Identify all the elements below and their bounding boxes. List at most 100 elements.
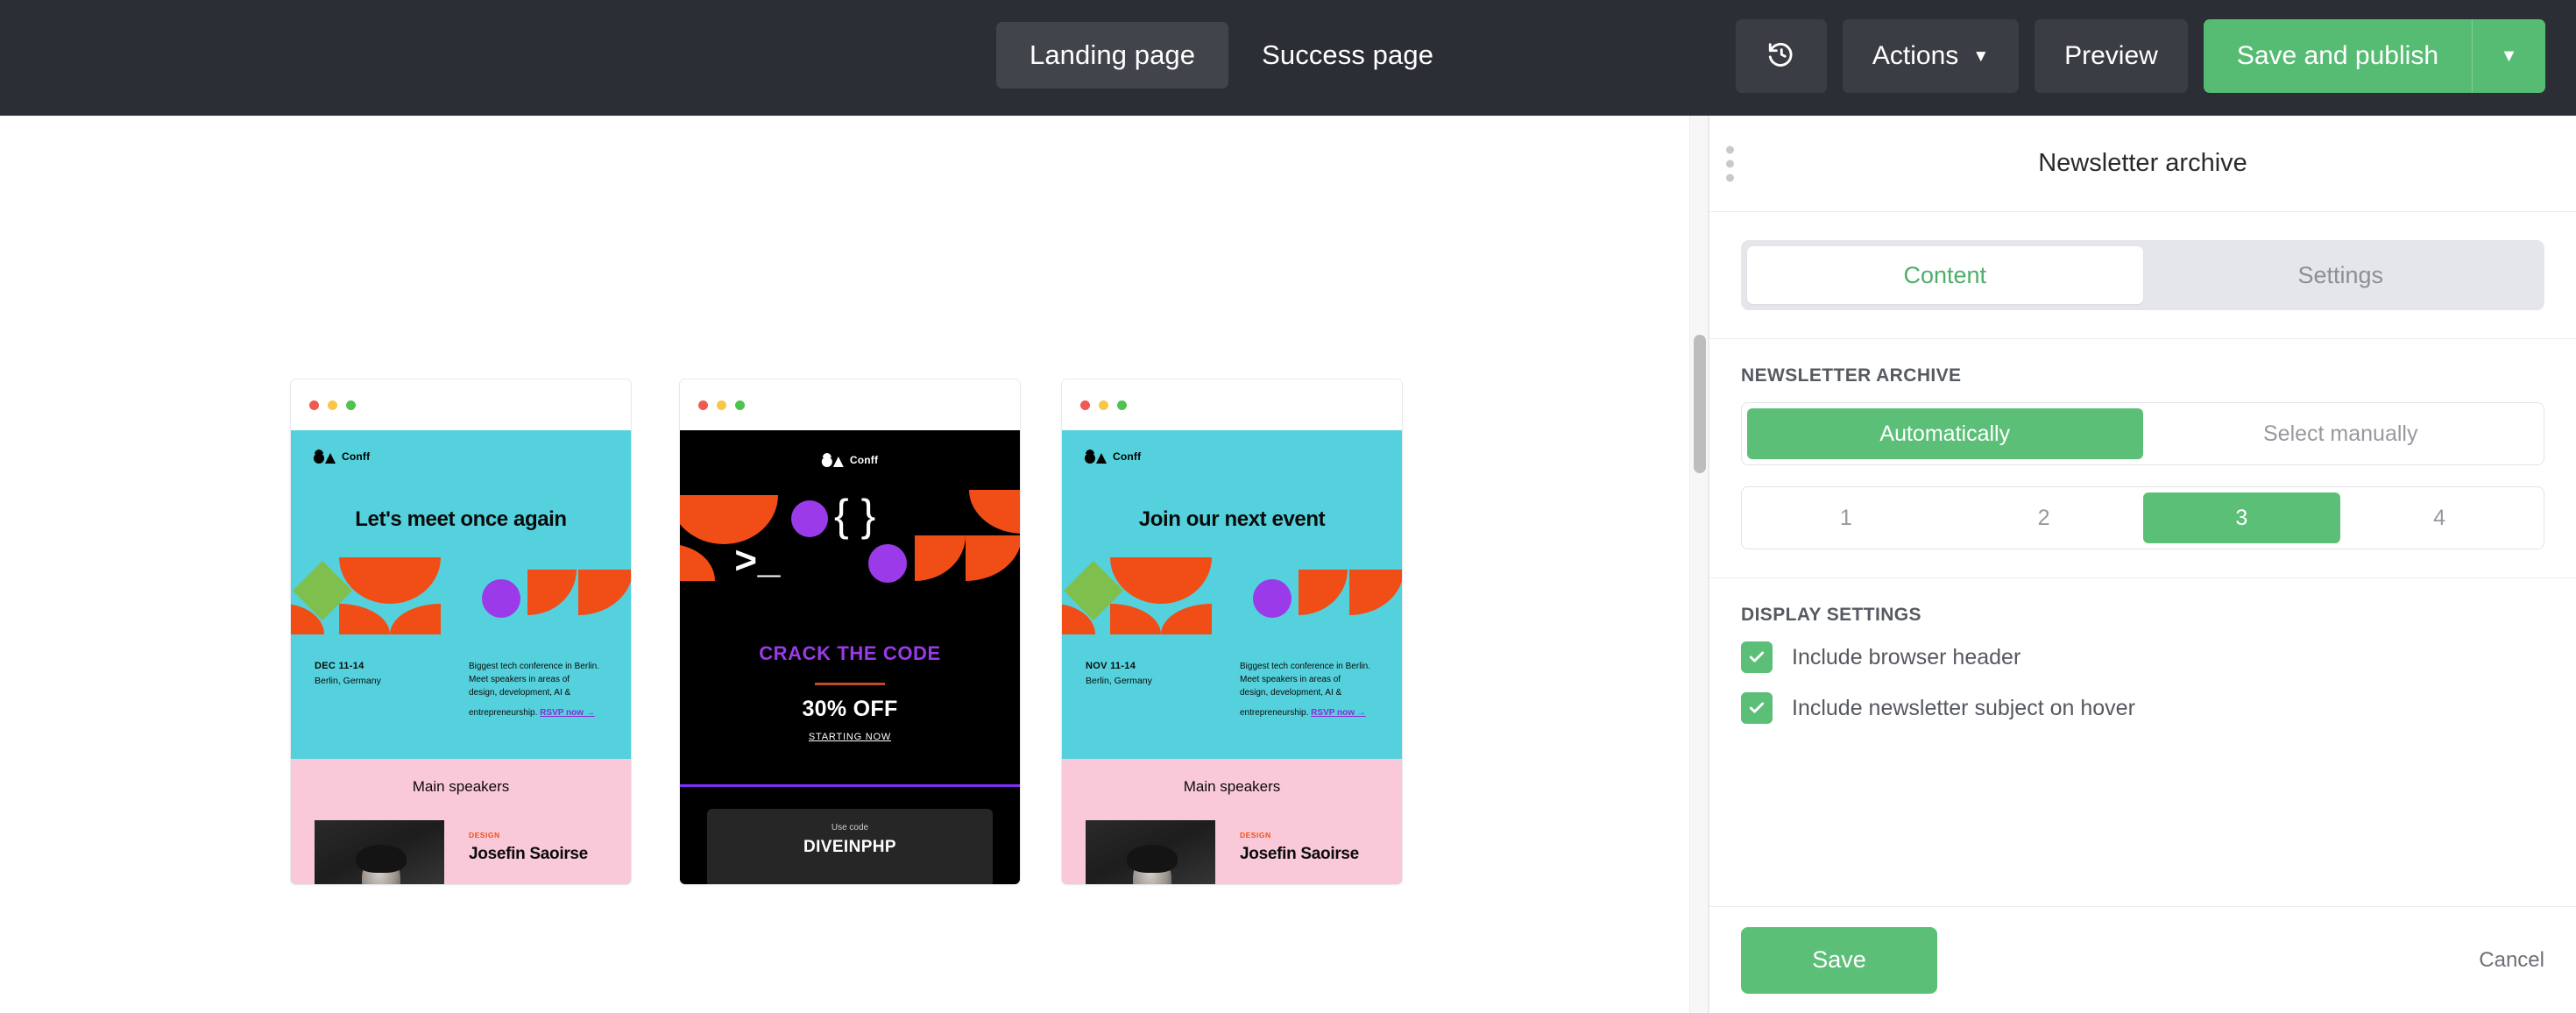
browser-dot-yellow [717, 400, 726, 410]
save-and-publish-split-button[interactable]: Save and publish ▼ [2204, 19, 2545, 93]
quarter-circle [339, 557, 390, 604]
newsletter-archive-section: NEWSLETTER ARCHIVE Automatically Select … [1709, 339, 2576, 549]
event-meta: DEC 11-14 Berlin, Germany [315, 661, 381, 686]
promo-starting: STARTING NOW [680, 732, 1020, 742]
save-and-publish-button[interactable]: Save and publish [2204, 19, 2472, 93]
panel-footer: Save Cancel [1709, 906, 2576, 1013]
newsletter-card[interactable]: Conff { } >_ CRACK THE CODE 30% OFF STAR… [679, 379, 1021, 885]
label-include-newsletter-subject-on-hover: Include newsletter subject on hover [1792, 696, 2135, 721]
quarter-circle [390, 557, 441, 604]
speakers-section: Main speakers DESIGN Josefin Saoirse [291, 759, 631, 885]
speakers-title: Main speakers [1062, 759, 1402, 796]
promo-code-box: Use code DIVEINPHP [707, 809, 993, 885]
brand-name: Conff [850, 454, 878, 466]
archive-count-1[interactable]: 1 [1747, 492, 1945, 543]
speakers-title: Main speakers [291, 759, 631, 796]
history-button[interactable] [1736, 19, 1827, 93]
quarter-circle [969, 490, 1020, 534]
browser-header [291, 379, 631, 430]
quarter-circle [1161, 557, 1212, 604]
event-location: Berlin, Germany [1086, 676, 1152, 686]
event-location: Berlin, Germany [315, 676, 381, 686]
archive-count-3[interactable]: 3 [2143, 492, 2341, 543]
scrollbar-thumb[interactable] [1694, 335, 1706, 473]
checkbox-include-browser-header[interactable] [1741, 641, 1773, 673]
archive-mode-select-manually[interactable]: Select manually [2143, 408, 2539, 459]
geometric-art [1062, 557, 1402, 634]
quarter-circle [1299, 570, 1348, 615]
actions-button[interactable]: Actions ▼ [1843, 19, 2019, 93]
canvas-scrollbar[interactable] [1689, 116, 1709, 1013]
save-and-publish-label: Save and publish [2237, 41, 2438, 71]
quarter-circle [680, 544, 715, 581]
save-and-publish-dropdown-toggle[interactable]: ▼ [2472, 19, 2545, 93]
quarter-circle [966, 535, 1020, 581]
prompt-glyph: >_ [734, 544, 781, 583]
newsletter-preview: Conff Join our next event NOV 11-14 Berl… [1062, 430, 1402, 885]
archive-mode-automatically[interactable]: Automatically [1747, 408, 2143, 459]
rsvp-link[interactable]: RSVP now → [1311, 706, 1366, 719]
purple-circle [1253, 579, 1292, 618]
archive-count-4[interactable]: 4 [2340, 492, 2538, 543]
editor-canvas: Conff Let's meet once again DEC 11-14 Be… [0, 116, 1689, 1013]
page-tabs: Landing page Success page [996, 22, 1467, 89]
tab-content[interactable]: Content [1747, 246, 2143, 304]
speaker-tag: DESIGN [469, 831, 588, 839]
conff-logo-icon [314, 450, 336, 464]
newsletter-headline: Let's meet once again [291, 507, 631, 532]
purple-circle [868, 544, 907, 583]
archive-count-2[interactable]: 2 [1945, 492, 2143, 543]
speaker-name: Josefin Saoirse [469, 845, 588, 864]
newsletter-preview: Conff { } >_ CRACK THE CODE 30% OFF STAR… [680, 430, 1020, 885]
divider-rule [815, 683, 885, 685]
brand-logo: Conff [1085, 450, 1141, 464]
newsletter-card[interactable]: Conff Join our next event NOV 11-14 Berl… [1061, 379, 1403, 885]
promo-offer: 30% OFF [680, 697, 1020, 722]
actions-label: Actions [1872, 41, 1958, 71]
quarter-circle [680, 495, 724, 544]
quarter-circle [578, 570, 631, 615]
browser-dot-green [346, 400, 356, 410]
browser-dot-yellow [1099, 400, 1108, 410]
purple-divider [680, 784, 1020, 787]
promo-code: DIVEINPHP [707, 838, 993, 857]
checkbox-include-newsletter-subject-on-hover[interactable] [1741, 692, 1773, 724]
speaker-photo [315, 820, 444, 885]
preview-button[interactable]: Preview [2035, 19, 2188, 93]
browser-dot-red [1080, 400, 1090, 410]
quarter-circle [915, 535, 966, 581]
newsletter-card[interactable]: Conff Let's meet once again DEC 11-14 Be… [290, 379, 632, 885]
browser-dot-green [1117, 400, 1127, 410]
tab-settings[interactable]: Settings [2143, 246, 2539, 304]
newsletter-headline: Join our next event [1062, 507, 1402, 532]
save-button[interactable]: Save [1741, 927, 1937, 994]
archive-mode-group: Automatically Select manually [1741, 402, 2544, 465]
tab-landing-page[interactable]: Landing page [996, 22, 1228, 89]
event-meta: NOV 11-14 Berlin, Germany [1086, 661, 1152, 686]
history-icon [1766, 39, 1796, 74]
quarter-circle [1161, 604, 1212, 634]
chevron-down-icon: ▼ [1972, 48, 1989, 65]
speaker-tag: DESIGN [1240, 831, 1359, 839]
use-code-label: Use code [707, 823, 993, 832]
drag-handle-icon[interactable] [1726, 145, 1734, 181]
event-date: DEC 11-14 [315, 661, 381, 671]
browser-dot-red [698, 400, 708, 410]
geometric-art: { } >_ [680, 481, 1020, 630]
rsvp-link[interactable]: RSVP now → [540, 706, 595, 719]
toolbar-actions: Actions ▼ Preview Save and publish ▼ [1736, 19, 2545, 93]
panel-tabs: Content Settings [1709, 212, 2576, 310]
tab-success-page[interactable]: Success page [1228, 22, 1467, 89]
quarter-circle [1110, 604, 1161, 634]
cancel-button[interactable]: Cancel [2479, 948, 2544, 973]
display-option-row: Include newsletter subject on hover [1741, 692, 2544, 724]
promo-headline: CRACK THE CODE [680, 642, 1020, 665]
browser-header [680, 379, 1020, 430]
settings-panel: Newsletter archive Content Settings NEWS… [1709, 116, 2576, 1013]
quarter-circle [1110, 557, 1161, 604]
newsletter-archive-label: NEWSLETTER ARCHIVE [1741, 365, 2544, 386]
chevron-down-icon: ▼ [2501, 46, 2518, 67]
speaker-photo [1086, 820, 1215, 885]
speaker-info: DESIGN Josefin Saoirse [1240, 831, 1359, 864]
brand-name: Conff [342, 450, 370, 463]
